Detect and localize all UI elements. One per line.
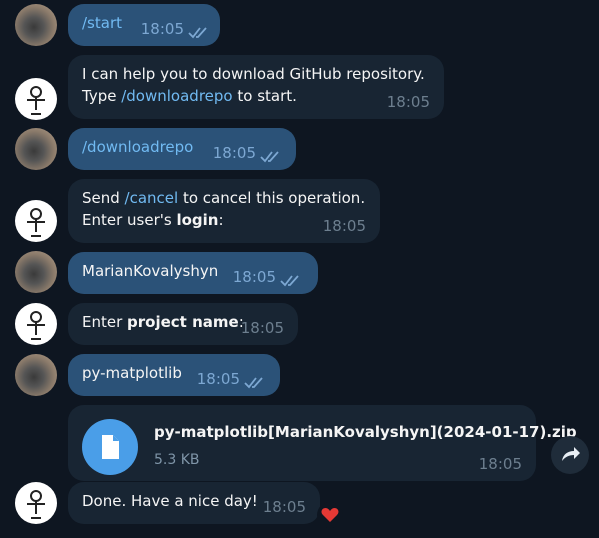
message-time: 18:05 [232, 268, 276, 286]
message-text[interactable]: /downloadrepo [82, 138, 193, 156]
message-time: 18:05 [212, 144, 256, 162]
message-line: Type /downloadrepo to start. [82, 87, 297, 105]
message-text: Done. Have a nice day! [82, 492, 258, 510]
message-time: 18:05 [478, 455, 522, 473]
message-bubble[interactable]: Send /cancel to cancel this operation. E… [68, 179, 380, 243]
bot-avatar[interactable] [15, 303, 57, 345]
double-check-icon [260, 151, 279, 163]
user-avatar[interactable] [15, 128, 57, 170]
message-bubble[interactable]: py-matplotlib 18:05 [68, 354, 280, 396]
message-time: 18:05 [140, 20, 184, 38]
file-size: 5.3 KB [154, 452, 200, 468]
message-text[interactable]: /start [82, 14, 122, 32]
document-icon[interactable] [82, 419, 138, 475]
user-avatar[interactable] [15, 4, 57, 46]
bot-avatar[interactable] [15, 200, 57, 242]
command-link[interactable]: /cancel [125, 189, 179, 207]
message-bubble[interactable]: Enter project name: 18:05 [68, 303, 298, 345]
message-text: py-matplotlib [82, 364, 182, 382]
message-time: 18:05 [196, 370, 240, 388]
message-time: 18:05 [322, 217, 366, 235]
message-bubble[interactable]: Done. Have a nice day! 18:05 [68, 482, 320, 524]
message-time: 18:05 [240, 319, 284, 337]
bot-avatar[interactable] [15, 482, 57, 524]
heart-icon [321, 508, 339, 522]
message-text: MarianKovalyshyn [82, 262, 219, 280]
message-bubble[interactable]: MarianKovalyshyn 18:05 [68, 252, 318, 294]
message-time: 18:05 [386, 93, 430, 111]
file-name[interactable]: py-matplotlib[MarianKovalyshyn](2024-01-… [154, 421, 577, 443]
reaction-badge[interactable] [317, 502, 343, 528]
message-line: Send /cancel to cancel this operation. [82, 189, 366, 207]
double-check-icon [244, 377, 263, 389]
message-line: I can help you to download GitHub reposi… [82, 65, 425, 83]
message-bubble[interactable]: /start 18:05 [68, 4, 220, 46]
file-message[interactable]: py-matplotlib[MarianKovalyshyn](2024-01-… [68, 405, 577, 481]
share-button[interactable] [551, 436, 589, 474]
user-avatar[interactable] [15, 251, 57, 293]
bot-avatar[interactable] [15, 78, 57, 120]
user-avatar[interactable] [15, 354, 57, 396]
message-time: 18:05 [262, 498, 306, 516]
message-bubble[interactable]: /downloadrepo 18:05 [68, 128, 296, 170]
share-arrow-icon [562, 447, 580, 461]
message-bubble[interactable]: I can help you to download GitHub reposi… [68, 55, 444, 119]
command-link[interactable]: /downloadrepo [121, 87, 232, 105]
double-check-icon [188, 27, 207, 39]
double-check-icon [280, 275, 299, 287]
